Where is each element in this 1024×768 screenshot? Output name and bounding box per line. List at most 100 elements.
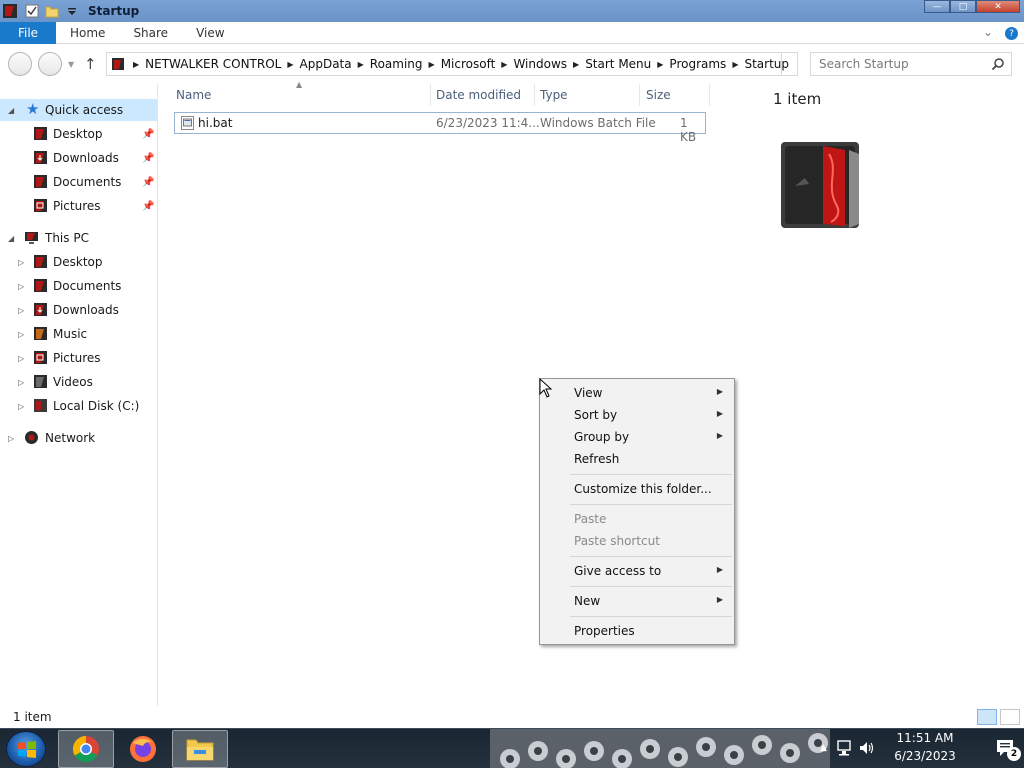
- column-divider[interactable]: [430, 84, 431, 106]
- search-icon[interactable]: [991, 57, 1005, 71]
- properties-quick-icon[interactable]: [25, 4, 39, 18]
- menu-separator: [570, 474, 732, 475]
- pin-icon[interactable]: 📌: [142, 201, 154, 212]
- desktop-wallpaper-strip: [490, 729, 830, 768]
- sidebar-item-documents[interactable]: Documents 📌: [0, 171, 157, 193]
- sidebar-item-downloads[interactable]: Downloads 📌: [0, 147, 157, 169]
- address-bar[interactable]: ▶ NETWALKER CONTROL ▶ AppData ▶ Roaming …: [106, 52, 798, 76]
- taskbar-chrome[interactable]: [58, 730, 114, 768]
- breadcrumb-separator-icon: ▶: [657, 59, 664, 69]
- volume-icon[interactable]: [858, 739, 876, 757]
- recent-locations-icon[interactable]: ▼: [68, 60, 74, 69]
- sidebar-item-network[interactable]: ▷ Network: [0, 427, 157, 449]
- tab-view[interactable]: View: [182, 26, 238, 40]
- clock-date[interactable]: 6/23/2023: [890, 749, 960, 763]
- pin-icon[interactable]: 📌: [142, 177, 154, 188]
- context-menu-new[interactable]: New ▶: [541, 590, 733, 612]
- breadcrumb-roaming[interactable]: Roaming: [370, 57, 423, 71]
- customize-quick-access-icon[interactable]: [65, 4, 79, 18]
- context-menu-customize[interactable]: Customize this folder...: [541, 478, 733, 500]
- breadcrumb-separator-icon: ▶: [573, 59, 580, 69]
- context-menu-give-access[interactable]: Give access to ▶: [541, 560, 733, 582]
- column-header-size[interactable]: Size: [646, 84, 671, 106]
- expand-icon[interactable]: ▷: [18, 330, 24, 339]
- taskbar-firefox[interactable]: [115, 730, 171, 768]
- close-button[interactable]: ✕: [976, 0, 1020, 13]
- new-folder-quick-icon[interactable]: [45, 4, 59, 18]
- sidebar-item-pc-downloads[interactable]: ▷ Downloads: [0, 299, 157, 321]
- minimize-button[interactable]: —: [924, 0, 950, 13]
- clock-time[interactable]: 11:51 AM: [890, 731, 960, 745]
- breadcrumb-netwalker-control[interactable]: NETWALKER CONTROL: [145, 57, 281, 71]
- forward-button[interactable]: [38, 52, 62, 76]
- sidebar-item-pictures[interactable]: Pictures 📌: [0, 195, 157, 217]
- expand-icon[interactable]: ▷: [18, 378, 24, 387]
- chevron-down-icon[interactable]: ⌄: [983, 25, 993, 40]
- column-header-name[interactable]: Name: [176, 84, 211, 106]
- start-button[interactable]: [6, 731, 46, 767]
- context-menu: View ▶ Sort by ▶ Group by ▶ Refresh Cust…: [539, 378, 735, 645]
- expand-icon[interactable]: ▷: [18, 402, 24, 411]
- context-menu-refresh[interactable]: Refresh: [541, 448, 733, 470]
- folder-preview-icon: [781, 142, 859, 228]
- sidebar-item-pc-videos[interactable]: ▷ Videos: [0, 371, 157, 393]
- tab-file[interactable]: File: [0, 21, 56, 44]
- maximize-button[interactable]: □: [950, 0, 976, 13]
- context-menu-view[interactable]: View ▶: [541, 382, 733, 404]
- column-divider[interactable]: [534, 84, 535, 106]
- show-hidden-icons-icon[interactable]: ▲: [820, 743, 827, 753]
- breadcrumb-appdata[interactable]: AppData: [300, 57, 352, 71]
- up-arrow-icon[interactable]: ↑: [84, 55, 97, 73]
- sidebar-item-pc-documents[interactable]: ▷ Documents: [0, 275, 157, 297]
- large-icons-view-icon[interactable]: [1000, 709, 1020, 725]
- breadcrumb-startup[interactable]: Startup: [744, 57, 789, 71]
- taskbar-file-explorer[interactable]: [172, 730, 228, 768]
- expand-icon[interactable]: ▷: [18, 354, 24, 363]
- network-icon: [25, 431, 38, 444]
- sidebar-item-desktop[interactable]: Desktop 📌: [0, 123, 157, 145]
- breadcrumb-windows[interactable]: Windows: [513, 57, 567, 71]
- network-status-icon[interactable]: [836, 739, 854, 757]
- sidebar-item-quick-access[interactable]: ◢ ★ Quick access: [0, 99, 157, 121]
- help-icon[interactable]: ?: [1005, 27, 1018, 40]
- file-size: 1 KB: [680, 116, 697, 144]
- context-menu-properties[interactable]: Properties: [541, 620, 733, 642]
- search-input[interactable]: Search Startup: [810, 52, 1012, 76]
- context-menu-sort-by[interactable]: Sort by ▶: [541, 404, 733, 426]
- sidebar-item-pc-desktop[interactable]: ▷ Desktop: [0, 251, 157, 273]
- firefox-icon: [130, 736, 156, 762]
- app-icon[interactable]: [2, 3, 18, 19]
- sidebar-item-pc-pictures[interactable]: ▷ Pictures: [0, 347, 157, 369]
- details-view-icon[interactable]: [977, 709, 997, 725]
- context-menu-label: Customize this folder...: [574, 482, 712, 496]
- sidebar-item-label: Documents: [53, 175, 122, 189]
- breadcrumb-microsoft[interactable]: Microsoft: [441, 57, 496, 71]
- collapse-icon[interactable]: ◢: [8, 106, 14, 115]
- sidebar-item-pc-local-disk[interactable]: ▷ Local Disk (C:): [0, 395, 157, 417]
- sidebar-item-label: Desktop: [53, 127, 103, 141]
- context-menu-label: Paste: [574, 512, 607, 526]
- expand-icon[interactable]: ▷: [18, 306, 24, 315]
- column-header-type[interactable]: Type: [540, 84, 568, 106]
- tab-share[interactable]: Share: [119, 26, 182, 40]
- tab-home[interactable]: Home: [56, 26, 119, 40]
- back-button[interactable]: [8, 52, 32, 76]
- expand-icon[interactable]: ▷: [18, 258, 24, 267]
- column-divider[interactable]: [639, 84, 640, 106]
- collapse-icon[interactable]: ◢: [8, 234, 14, 243]
- submenu-arrow-icon: ▶: [716, 565, 723, 574]
- address-bar-divider: [781, 53, 782, 75]
- column-header-date[interactable]: Date modified: [436, 84, 521, 106]
- file-row[interactable]: hi.bat 6/23/2023 11:4... Windows Batch F…: [174, 112, 706, 144]
- column-divider[interactable]: [709, 84, 710, 106]
- sidebar-item-pc-music[interactable]: ▷ Music: [0, 323, 157, 345]
- pin-icon[interactable]: 📌: [142, 129, 154, 140]
- sidebar-item-this-pc[interactable]: ◢ This PC: [0, 227, 157, 249]
- expand-icon[interactable]: ▷: [18, 282, 24, 291]
- breadcrumb-programs[interactable]: Programs: [669, 57, 726, 71]
- pin-icon[interactable]: 📌: [142, 153, 154, 164]
- breadcrumb-start-menu[interactable]: Start Menu: [585, 57, 651, 71]
- window-title: Startup: [88, 4, 140, 18]
- context-menu-group-by[interactable]: Group by ▶: [541, 426, 733, 448]
- expand-icon[interactable]: ▷: [8, 434, 14, 443]
